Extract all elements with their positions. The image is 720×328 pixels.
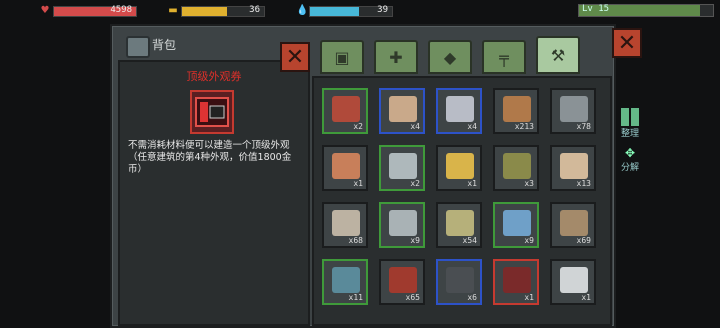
tab-weapons[interactable]: ╤ bbox=[482, 40, 526, 74]
item-count: x9 bbox=[410, 236, 420, 245]
inventory-slot[interactable]: x1 bbox=[322, 145, 368, 191]
tab-medical[interactable]: ✚ bbox=[374, 40, 418, 74]
backpack-icon bbox=[126, 36, 150, 58]
inventory-slot[interactable]: x9 bbox=[379, 202, 425, 248]
level-value: Lv 15 bbox=[582, 4, 610, 14]
stone-icon bbox=[560, 96, 588, 122]
inventory-slot[interactable]: x54 bbox=[436, 202, 482, 248]
cloth-icon bbox=[446, 210, 474, 236]
inventory-slot[interactable]: x4 bbox=[436, 88, 482, 134]
backpack-icon: ▣ bbox=[334, 47, 350, 67]
item-count: x213 bbox=[514, 122, 534, 131]
copper-ingot-icon bbox=[332, 153, 360, 179]
inventory-slot[interactable]: x78 bbox=[550, 88, 596, 134]
close-window-button[interactable]: ✕ bbox=[612, 28, 642, 58]
premium-coupon-icon bbox=[503, 267, 531, 293]
food-value: 36 bbox=[249, 4, 260, 15]
item-count: x3 bbox=[524, 179, 534, 188]
hp-stat: ♥ 4598 bbox=[40, 4, 137, 18]
food-icon: ▬ bbox=[168, 5, 178, 16]
inventory-slot[interactable]: x1 bbox=[493, 259, 539, 305]
iron-ingot-icon bbox=[389, 153, 417, 179]
dynamite-icon bbox=[332, 96, 360, 122]
inventory-slot[interactable]: x213 bbox=[493, 88, 539, 134]
item-detail-panel: 顶级外观券 不需消耗材料便可以建造一个顶级外观（任意建筑的第4种外观，价值180… bbox=[118, 60, 310, 326]
item-count: x54 bbox=[462, 236, 477, 245]
rope-icon bbox=[560, 210, 588, 236]
inventory-slot[interactable]: x13 bbox=[550, 145, 596, 191]
medkit-icon: ✚ bbox=[389, 47, 403, 67]
window-title: 背包 bbox=[152, 38, 177, 52]
item-count: x4 bbox=[410, 122, 420, 131]
inventory-slot[interactable]: x6 bbox=[436, 259, 482, 305]
wire-icon bbox=[389, 267, 417, 293]
item-count: x1 bbox=[467, 179, 477, 188]
sort-label: 整理 bbox=[620, 129, 639, 139]
inventory-grid: x2 x4 x4 x213 x78 x1 x2 x1 x3 x13 x68 x9 x54 x9 x69 x11… bbox=[312, 76, 612, 326]
inventory-slot[interactable]: x69 bbox=[550, 202, 596, 248]
water-bar: 39 bbox=[309, 4, 393, 17]
item-count: x11 bbox=[348, 293, 363, 302]
inventory-slot[interactable]: x68 bbox=[322, 202, 368, 248]
hp-value: 4598 bbox=[110, 4, 132, 15]
bolt-icon bbox=[389, 210, 417, 236]
item-count: x9 bbox=[524, 236, 534, 245]
nut-icon bbox=[332, 210, 360, 236]
heart-icon: ♥ bbox=[40, 5, 50, 16]
food-stat: ▬ 36 bbox=[168, 4, 265, 18]
item-count: x2 bbox=[353, 122, 363, 131]
backpack-window: 背包 顶级外观券 不需消耗材料便可以建造一个顶级外观（任意建筑的第4种外观，价值… bbox=[110, 24, 642, 328]
water-value: 39 bbox=[377, 4, 388, 15]
water-icon: 💧 bbox=[296, 5, 309, 16]
item-count: x6 bbox=[467, 293, 477, 302]
inventory-slot[interactable]: x4 bbox=[379, 88, 425, 134]
tab-food[interactable]: ◆ bbox=[428, 40, 472, 74]
wood-planks-icon bbox=[503, 96, 531, 122]
fuel-can-icon bbox=[503, 153, 531, 179]
item-description: 不需消耗材料便可以建造一个顶级外观（任意建筑的第4种外观，价值1800金币） bbox=[128, 140, 292, 175]
sulfur-bag-icon bbox=[446, 153, 474, 179]
item-count: x2 bbox=[410, 179, 420, 188]
inventory-slot[interactable]: x65 bbox=[379, 259, 425, 305]
item-count: x1 bbox=[581, 293, 591, 302]
close-detail-button[interactable]: ✕ bbox=[280, 42, 310, 72]
item-count: x65 bbox=[405, 293, 420, 302]
inventory-slot[interactable]: x2 bbox=[322, 88, 368, 134]
tab-materials[interactable]: ⚒ bbox=[536, 36, 580, 74]
tab-backpack[interactable]: ▣ bbox=[320, 40, 364, 74]
dismantle-button[interactable]: ✥ 分解 bbox=[618, 146, 642, 173]
fabric-icon bbox=[503, 210, 531, 236]
hp-bar: 4598 bbox=[53, 4, 137, 17]
inventory-slot[interactable]: x1 bbox=[550, 259, 596, 305]
item-count: x78 bbox=[576, 122, 591, 131]
board-icon bbox=[560, 153, 588, 179]
grid-icon bbox=[621, 108, 639, 126]
item-count: x4 bbox=[467, 122, 477, 131]
premium-coupon-icon bbox=[190, 90, 234, 134]
dismantle-icon: ✥ bbox=[624, 146, 636, 160]
inventory-slot[interactable]: x1 bbox=[436, 145, 482, 191]
lighter-icon bbox=[560, 267, 588, 293]
inventory-slot[interactable]: x3 bbox=[493, 145, 539, 191]
cement-bag-icon bbox=[389, 96, 417, 122]
food-bag-icon: ◆ bbox=[443, 47, 457, 67]
dismantle-label: 分解 bbox=[620, 163, 639, 173]
inventory-slot[interactable]: x2 bbox=[379, 145, 425, 191]
item-count: x1 bbox=[524, 293, 534, 302]
chip-icon bbox=[446, 267, 474, 293]
level-bar: Lv 15 bbox=[578, 4, 714, 17]
materials-icon: ⚒ bbox=[550, 45, 566, 65]
item-count: x69 bbox=[576, 236, 591, 245]
gun-icon: ╤ bbox=[499, 47, 509, 67]
water-stat: 💧 39 bbox=[296, 4, 393, 18]
item-count: x68 bbox=[348, 236, 363, 245]
food-bar: 36 bbox=[181, 4, 265, 17]
sort-button[interactable]: 整理 bbox=[618, 108, 642, 139]
cable-icon bbox=[332, 267, 360, 293]
inventory-slot[interactable]: x9 bbox=[493, 202, 539, 248]
cement-bag-icon bbox=[446, 96, 474, 122]
item-count: x13 bbox=[576, 179, 591, 188]
inventory-slot[interactable]: x11 bbox=[322, 259, 368, 305]
item-count: x1 bbox=[353, 179, 363, 188]
